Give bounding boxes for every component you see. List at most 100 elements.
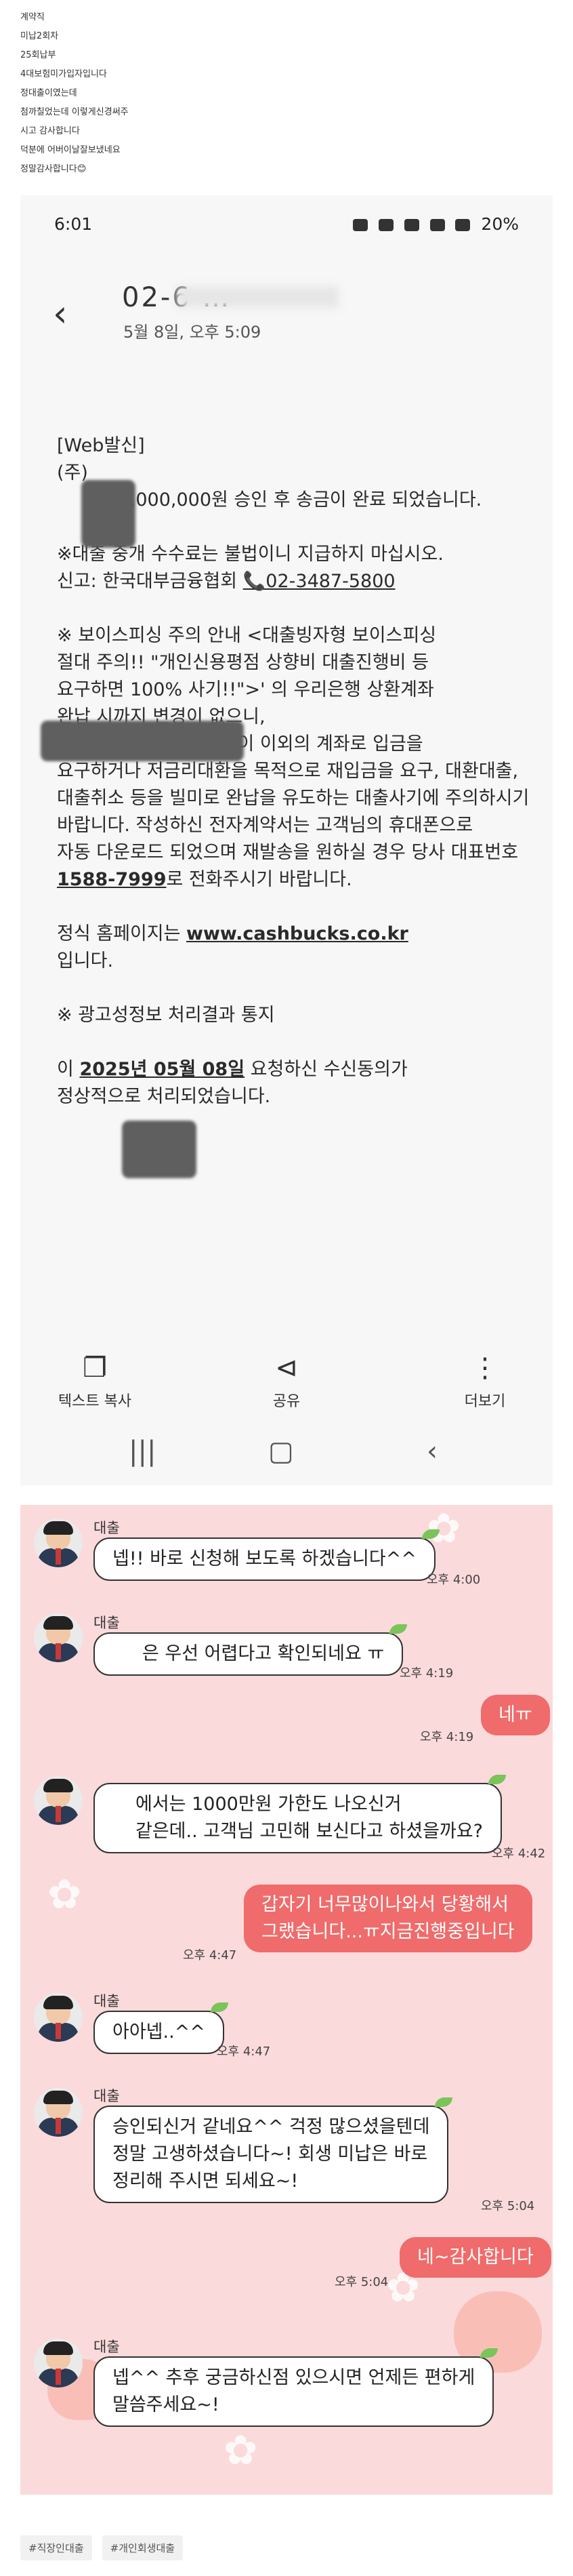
sms-text: 요청하신 수신동의가 — [245, 1059, 408, 1080]
message-time: 오후 4:19 — [420, 1730, 474, 1744]
sender-name: 대출 — [93, 2088, 120, 2104]
message-text: 승인되신거 같네요^^ 걱정 많으셨을텐데 — [112, 2116, 430, 2137]
status-time: 6:01 — [54, 214, 93, 234]
sms-line: 요구하거나 저금리대환을 목적으로 재입금을 요구, 대환대출, — [57, 761, 519, 782]
received-message: 아아넵..^^ — [93, 2003, 228, 2054]
message-text: 정리해 주시면 되세요~! — [112, 2171, 299, 2192]
sms-line: 절대 주의!! "개인신용평점 상향비 대출진행비 등 — [57, 652, 429, 673]
more-label: 더보기 — [464, 1393, 506, 1410]
homepage-link[interactable]: www.cashbucks.co.kr — [186, 923, 408, 944]
sms-line: ※ 보이스피싱 주의 안내 <대출빙자형 보이스피싱 — [57, 625, 437, 646]
message-text: 네ㅠ — [498, 1704, 532, 1725]
more-button[interactable]: ⋮ 더보기 — [438, 1351, 532, 1411]
tag-link[interactable]: #개인회생대출 — [102, 2535, 184, 2560]
message-text: 네~감사합니다 — [417, 2247, 534, 2268]
sms-line: 이 2025년 05월 08일 요청하신 수신동의가 — [57, 1056, 531, 1083]
message-time: 오후 4:47 — [183, 1948, 237, 1963]
back-nav-icon[interactable]: ‹ — [427, 1436, 438, 1467]
sms-report-label: 신고: 한국대부금융협회 — [57, 571, 243, 592]
intro-line: 계약직 — [20, 12, 45, 22]
flower-decoration: ✿ — [47, 1871, 82, 1918]
sender-name: 대출 — [93, 1993, 120, 2009]
share-icon: ⊲ — [275, 1352, 298, 1384]
message-time: 오후 5:04 — [335, 2275, 389, 2289]
message-header: ‹ 02-6 … 5월 8일, 오후 5:09 — [47, 277, 522, 351]
home-icon[interactable]: ▢ — [268, 1436, 294, 1467]
sender-name: 대출 — [93, 1615, 120, 1631]
sms-line: 요구하면 100% 사기!!">' 의 우리은행 상환계좌 — [57, 679, 434, 700]
message-text: 넵!! 바로 신청해 보도록 하겠습니다^^ — [112, 1548, 417, 1569]
copy-label: 텍스트 복사 — [58, 1393, 132, 1410]
sms-text: 로 전화주시기 바랍니다. — [166, 869, 352, 890]
message-text: 정말 고생하셨습니다~! 회생 미납은 바로 — [112, 2144, 428, 2165]
chat-screenshot: ✿ ✿ ✿ ✿ 대출 넵!! 바로 신청해 보도록 하겠습니다^^ 오후 4:0… — [20, 1505, 553, 2495]
wifi-icon — [429, 219, 445, 231]
avatar — [34, 1613, 83, 1662]
message-text: 은 우선 어렵다고 확인되네요 ㅠ — [142, 1643, 385, 1664]
intro-line: 첨까칠었는데 이렇게신경써주 — [20, 107, 129, 117]
message-date: 5월 8일, 오후 5:09 — [123, 323, 261, 342]
message-text: 에서는 1000만원 가한도 나오신거 — [135, 1794, 402, 1815]
intro-line: 정말감사합니다😊 — [20, 164, 87, 174]
message-text: 아아넵..^^ — [112, 2021, 205, 2042]
sms-line: 대출취소 등을 빌미로 완납을 유도하는 대출사기에 주의하시기 — [57, 788, 530, 809]
avatar — [34, 2339, 83, 2388]
received-message: 넵^^ 추후 궁금하신점 있으시면 언제든 편하게 말씀주세요~! — [93, 2348, 498, 2427]
sms-line: 정식 홈페이지는 www.cashbucks.co.kr — [57, 921, 531, 948]
sent-message: 갑자기 너무많이나와서 당황해서 그랬습니다...ㅠ지금진행중입니다 — [244, 1885, 532, 1952]
company-phone-link[interactable]: 1588-7999 — [57, 869, 167, 890]
message-time: 오후 5:04 — [481, 2199, 535, 2213]
avatar — [34, 1518, 83, 1567]
share-button[interactable]: ⊲ 공유 — [239, 1351, 334, 1411]
message-text: 같은데.. 고객님 고민해 보신다고 하셨을까요? — [135, 1821, 483, 1842]
battery-saver-icon — [352, 219, 368, 231]
sms-text: 정식 홈페이지는 — [57, 923, 187, 944]
intro-line: 덕분에 어버이날잘보냈네요 — [20, 145, 121, 155]
message-text: 넵^^ 추후 궁금하신점 있으시면 언제든 편하게 — [112, 2367, 475, 2388]
mute-icon — [404, 219, 419, 231]
avatar — [34, 1993, 83, 2042]
intro-line: 4대보험미가입자입니다 — [20, 69, 107, 79]
sms-screenshot: 6:01 20% ‹ 02-6 … 5월 8일, 오후 5:09 [Web발신]… — [20, 195, 553, 1485]
flower-decoration: ✿ — [224, 2427, 258, 2474]
status-icons: 20% — [347, 214, 519, 234]
consent-date: 2025년 05월 08일 — [79, 1059, 245, 1080]
recent-apps-icon[interactable]: ||| — [129, 1436, 156, 1467]
received-message: 은 우선 어렵다고 확인되네요 ㅠ — [93, 1624, 408, 1676]
message-text: 말씀주세요~! — [112, 2394, 219, 2415]
signal-icon — [455, 219, 471, 231]
message-time: 오후 4:00 — [427, 1573, 481, 1587]
message-text: 갑자기 너무많이나와서 당황해서 — [261, 1894, 509, 1915]
alarm-icon — [378, 219, 394, 231]
message-text: 그랬습니다...ㅠ지금진행중입니다 — [261, 1921, 515, 1942]
sender-name: 대출 — [93, 2339, 120, 2355]
sms-line: [Web발신] — [57, 435, 145, 456]
sms-line: 1588-7999로 전화주시기 바랍니다. — [57, 866, 531, 893]
intro-line: 정대출이였는데 — [20, 88, 77, 98]
android-nav-bar: ||| ▢ ‹ — [20, 1436, 553, 1476]
sms-line: 정상적으로 처리되었습니다. — [57, 1086, 271, 1107]
sms-line: 입니다. — [57, 950, 114, 971]
sms-line: 신고: 한국대부금융협회 📞02-3487-5800 — [57, 568, 531, 595]
sms-text: 이 — [57, 1059, 80, 1080]
redaction-mark — [81, 480, 135, 548]
back-icon[interactable]: ‹ — [53, 296, 68, 332]
message-time: 오후 4:42 — [492, 1847, 546, 1861]
sent-message: 네~감사합니다 — [400, 2237, 551, 2278]
copy-text-button[interactable]: ❐ 텍스트 복사 — [47, 1351, 142, 1411]
message-time: 오후 4:47 — [217, 2045, 271, 2059]
sender-name: 대출 — [93, 1520, 120, 1536]
tag-link[interactable]: #직장인대출 — [20, 2535, 92, 2560]
received-message: 에서는 1000만원 가한도 나오신거 같은데.. 고객님 고민해 보신다고 하… — [93, 1775, 506, 1853]
redaction-mark — [122, 1121, 196, 1178]
intro-line: 시고 감사합니다 — [20, 126, 80, 136]
battery-percent: 20% — [481, 214, 519, 234]
intro-line: 미납2회차 — [20, 31, 59, 41]
report-phone-link[interactable]: 📞02-3487-5800 — [243, 571, 396, 592]
intro-text: 계약직 미납2회차 25회납부 4대보험미가입자입니다 정대출이였는데 첨까칠었… — [20, 8, 549, 179]
sent-message: 네ㅠ — [481, 1695, 550, 1735]
share-label: 공유 — [272, 1393, 301, 1410]
sender-blur — [176, 286, 339, 308]
received-message: 승인되신거 같네요^^ 걱정 많으셨을텐데 정말 고생하셨습니다~! 회생 미납… — [93, 2097, 453, 2203]
sms-line: ※ 광고성정보 처리결과 통지 — [57, 1005, 275, 1026]
